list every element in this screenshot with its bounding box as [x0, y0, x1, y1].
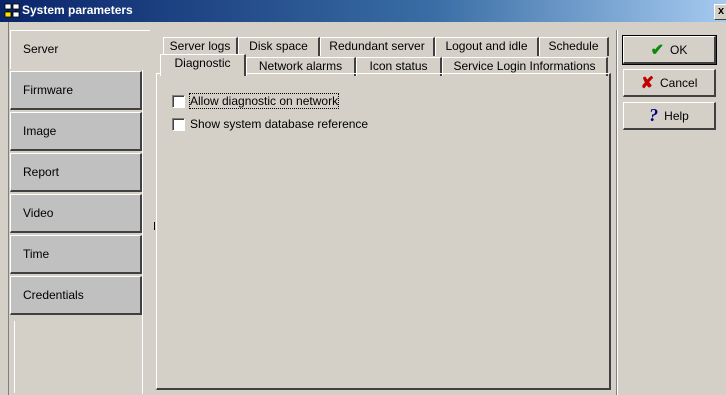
- cancel-label: Cancel: [660, 75, 698, 90]
- tab-redundant-server[interactable]: Redundant server: [320, 37, 435, 56]
- option-allow-diagnostic[interactable]: Allow diagnostic on network: [172, 93, 340, 109]
- left-panel-edge: [142, 70, 143, 394]
- help-button[interactable]: ? Help: [623, 102, 716, 130]
- resize-tick: [154, 222, 155, 230]
- checkmark-icon: ✔: [650, 41, 665, 59]
- allow-diagnostic-label[interactable]: Allow diagnostic on network: [188, 93, 340, 109]
- left-tab-firmware[interactable]: Firmware: [10, 71, 142, 110]
- left-tab-report[interactable]: Report: [10, 153, 142, 192]
- tab-disk-space[interactable]: Disk space: [238, 37, 320, 56]
- window-title: System parameters: [22, 3, 133, 17]
- ok-button[interactable]: ✔ OK: [622, 35, 717, 65]
- right-separator-highlight: [617, 30, 618, 395]
- left-tabs-filler: [14, 321, 143, 393]
- left-tab-server[interactable]: Server: [10, 30, 150, 69]
- tab-schedule[interactable]: Schedule: [539, 37, 609, 56]
- help-label: Help: [664, 108, 689, 123]
- left-tab-video[interactable]: Video: [10, 194, 142, 233]
- show-db-reference-checkbox[interactable]: [172, 117, 185, 131]
- option-show-db-reference[interactable]: Show system database reference: [172, 117, 368, 131]
- show-db-reference-label[interactable]: Show system database reference: [190, 117, 368, 131]
- tab-logout-and-idle[interactable]: Logout and idle: [435, 37, 539, 56]
- tab-diagnostic[interactable]: Diagnostic: [160, 54, 246, 76]
- left-tab-time[interactable]: Time: [10, 235, 142, 274]
- ok-label: OK: [670, 42, 688, 57]
- question-icon: ?: [649, 105, 659, 125]
- close-button[interactable]: x: [714, 4, 726, 20]
- left-tab-credentials[interactable]: Credentials: [10, 276, 142, 315]
- allow-diagnostic-checkbox[interactable]: [172, 94, 185, 108]
- cancel-button[interactable]: ✘ Cancel: [623, 69, 716, 97]
- title-bar[interactable]: System parameters x: [0, 0, 726, 22]
- left-tab-image[interactable]: Image: [10, 112, 142, 151]
- x-icon: ✘: [640, 74, 655, 92]
- system-parameters-icon: [4, 3, 20, 18]
